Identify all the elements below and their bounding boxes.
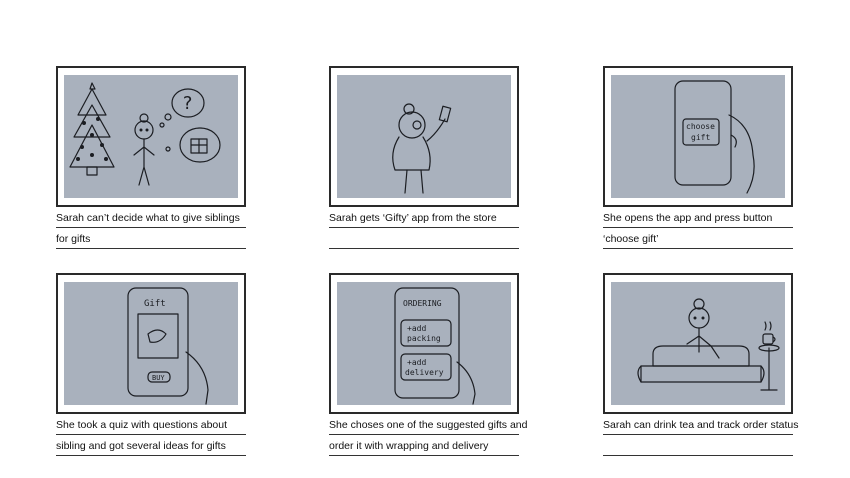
- storyboard-panel-5: ORDERING +add packing +add delivery She …: [329, 273, 527, 456]
- choose-gift-label: choose: [686, 122, 715, 131]
- phone-icon: Gift BUY: [127, 287, 189, 397]
- svg-text:+add: +add: [407, 324, 426, 333]
- panel-1-frame: ?: [56, 66, 246, 207]
- svg-text:packing: packing: [407, 334, 441, 343]
- panel-6-frame: [603, 273, 793, 414]
- svg-text:gift: gift: [691, 133, 710, 142]
- gift-thought-bubble: [165, 127, 221, 163]
- panel-3-frame: choose gift: [603, 66, 793, 207]
- panel-6-sketch-sarah-on-sofa: [611, 282, 785, 405]
- panel-2-sketch-sarah-with-phone: [337, 75, 511, 198]
- caption-line: She opens the app and press button: [603, 207, 793, 228]
- panel-3-sketch-choose-gift-phone: choose gift: [611, 75, 785, 198]
- christmas-tree-icon: [69, 82, 115, 176]
- question-thought-bubble: ?: [159, 88, 205, 128]
- panel-4-frame: Gift BUY: [56, 273, 246, 414]
- caption-line: for gifts: [56, 228, 246, 249]
- hand-icon: [728, 114, 755, 194]
- caption-line: She took a quiz with questions about: [56, 414, 246, 435]
- tea-cup-icon: [762, 321, 776, 345]
- panel-2-frame: [329, 66, 519, 207]
- caption-line: ‘choose gift’: [603, 228, 793, 249]
- storyboard-panel-1: ? Sarah can’t decide what to give siblin…: [56, 66, 246, 249]
- svg-text:delivery: delivery: [405, 368, 444, 377]
- sofa-icon: [637, 345, 765, 383]
- svg-text:?: ?: [182, 93, 193, 114]
- caption-line: [603, 435, 793, 456]
- sarah-figure: [133, 113, 155, 186]
- hand-icon: [456, 361, 476, 405]
- caption-line: Sarah gets ‘Gifty’ app from the store: [329, 207, 519, 228]
- caption-line: She choses one of the suggested gifts an…: [329, 414, 527, 435]
- buy-label: BUY: [152, 374, 165, 382]
- panel-5-frame: ORDERING +add packing +add delivery: [329, 273, 519, 414]
- storyboard-panel-3: choose gift She opens the app and press …: [603, 66, 793, 249]
- caption-line: sibling and got several ideas for gifts: [56, 435, 246, 456]
- storyboard-panel-2: Sarah gets ‘Gifty’ app from the store: [329, 66, 519, 249]
- caption-line: Sarah can’t decide what to give siblings: [56, 207, 246, 228]
- sarah-figure: [392, 103, 446, 194]
- hand-icon: [185, 351, 209, 405]
- panel-5-sketch-ordering-phone: ORDERING +add packing +add delivery: [337, 282, 511, 405]
- caption-line: order it with wrapping and delivery: [329, 435, 519, 456]
- svg-text:ORDERING: ORDERING: [403, 299, 442, 308]
- svg-text:Gift: Gift: [144, 299, 166, 309]
- phone-icon: choose gift: [674, 80, 732, 186]
- svg-text:+add: +add: [407, 358, 426, 367]
- caption-line: [329, 228, 519, 249]
- sarah-figure: [686, 298, 720, 359]
- panel-1-sketch-christmas-tree-and-sarah: ?: [64, 75, 238, 198]
- storyboard-panel-6: Sarah can drink tea and track order stat…: [603, 273, 799, 456]
- storyboard-panel-4: Gift BUY She took a quiz with questions …: [56, 273, 246, 456]
- caption-line: Sarah can drink tea and track order stat…: [603, 414, 799, 435]
- panel-4-sketch-gift-suggestion-phone: Gift BUY: [64, 282, 238, 405]
- phone-icon: ORDERING +add packing +add delivery: [394, 287, 460, 399]
